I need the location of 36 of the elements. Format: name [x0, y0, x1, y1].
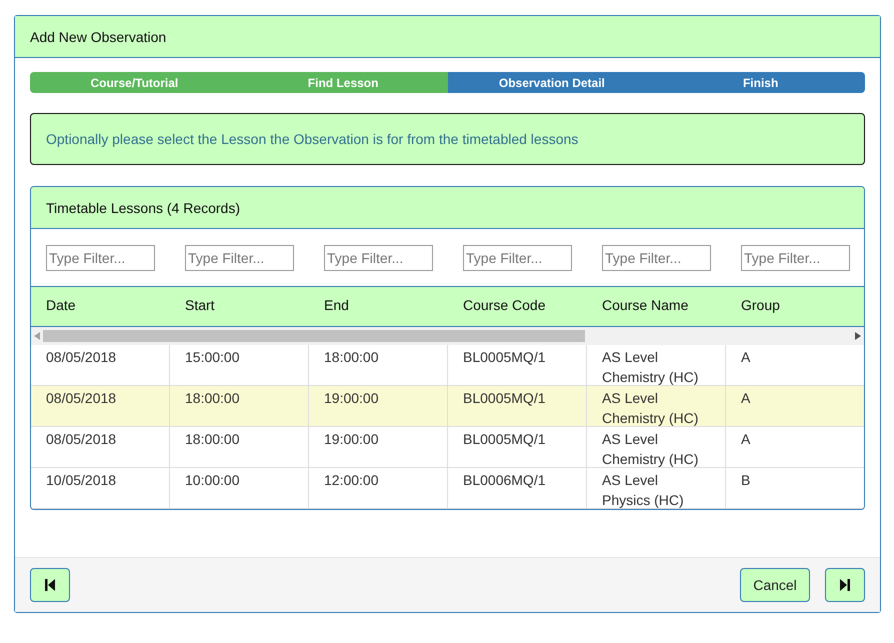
filter-field[interactable]: Type Filter...	[324, 244, 433, 270]
previous-button[interactable]	[30, 568, 70, 602]
column-header[interactable]: Course Code	[448, 287, 587, 326]
progress-step: Course/Tutorial	[30, 72, 239, 93]
table-row[interactable]: 08/05/2018 18:00:00 19:00:00 BL0005MQ/1 AS Level Chemistry (HC) A	[31, 427, 864, 468]
dialog-title: Add New Observation	[30, 28, 166, 44]
skip-back-icon	[45, 579, 55, 591]
horizontal-scrollbar[interactable]	[31, 327, 864, 345]
table-row[interactable]: 10/05/2018 10:00:00 12:00:00 BL0006MQ/1 AS Level Physics (HC) B	[31, 468, 864, 509]
table-row[interactable]: 08/05/2018 18:00:00 19:00:00 BL0005MQ/1 AS Level Chemistry (HC) A	[31, 386, 864, 427]
progress-step: Observation Detail	[448, 72, 656, 93]
progress-step: Finish	[656, 72, 865, 93]
column-header[interactable]: End	[309, 287, 448, 326]
filter-field[interactable]: Type Filter...	[185, 244, 294, 270]
progress-step: Find Lesson	[238, 72, 448, 93]
panel-title: Timetable Lessons (4 Records)	[46, 200, 240, 216]
next-button[interactable]	[825, 568, 865, 602]
table-cell: B	[726, 468, 864, 509]
column-header[interactable]: Date	[31, 287, 170, 326]
column-header[interactable]: Start	[170, 287, 309, 326]
table-cell: AS Level Physics (HC)	[587, 468, 726, 509]
skip-forward-icon	[840, 579, 850, 591]
table-row[interactable]: 08/05/2018 15:00:00 18:00:00 BL0005MQ/1 AS Level Chemistry (HC) A	[31, 345, 864, 386]
table-cell: 10:00:00	[170, 468, 309, 509]
filter-field[interactable]: Type Filter...	[463, 244, 572, 270]
info-message: Optionally please select the Lesson the Observation is for from the timetabled lessons	[30, 113, 865, 165]
table-cell: BL0006MQ/1	[448, 468, 587, 509]
filter-field[interactable]: Type Filter...	[602, 244, 711, 270]
column-header[interactable]: Course Name	[587, 287, 726, 326]
table-cell: 10/05/2018	[31, 468, 170, 509]
table-cell: 12:00:00	[309, 468, 448, 509]
cancel-button[interactable]: Cancel	[740, 568, 810, 602]
filter-field[interactable]: Type Filter...	[46, 244, 155, 270]
column-header[interactable]: Group	[726, 287, 864, 326]
filter-field[interactable]: Type Filter...	[741, 244, 850, 270]
scroll-right-icon[interactable]	[855, 332, 861, 340]
